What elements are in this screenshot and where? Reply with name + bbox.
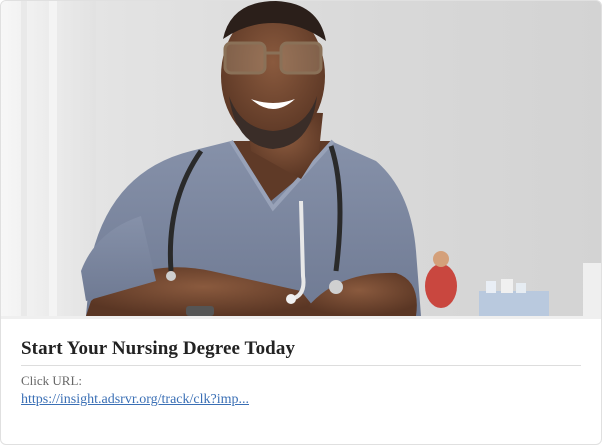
ad-card[interactable]: Start Your Nursing Degree Today Click UR… [0,0,602,445]
headline-divider [21,365,581,366]
click-url-label: Click URL: [21,373,83,388]
ad-headline[interactable]: Start Your Nursing Degree Today [21,338,295,360]
click-url-link[interactable]: https://insight.adsrvr.org/track/clk?imp… [21,392,249,408]
ad-hero-image[interactable] [1,1,601,316]
image-bottom-band [1,316,601,319]
photo-nurse-icon [1,1,601,316]
